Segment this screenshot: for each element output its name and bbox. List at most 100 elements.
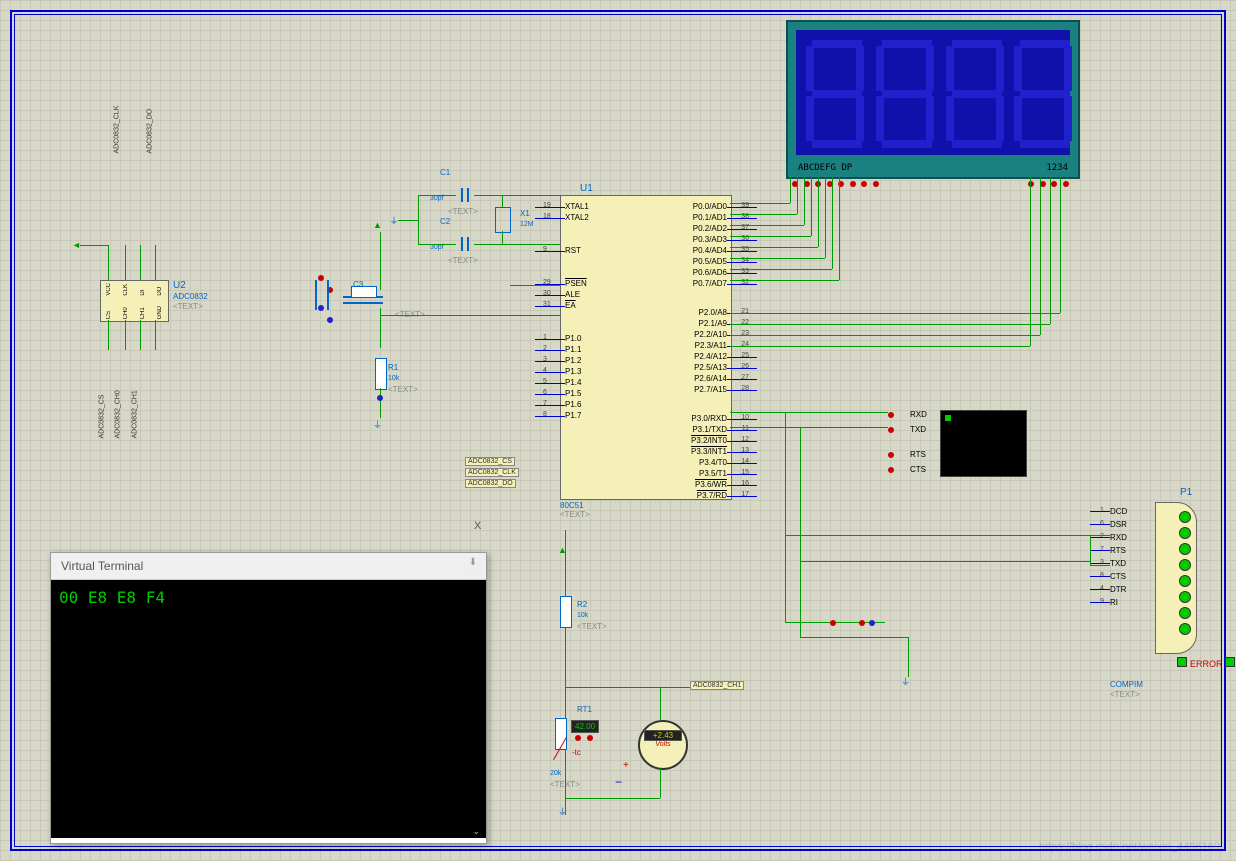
r1-ref: R1 [388,363,398,372]
seg-pin-labels-left: ABCDEFG DP [798,163,852,173]
x-marker: X [474,520,481,532]
net-adc-ch0: ADC0832_CH0 [115,390,122,438]
u1-pin: 19XTAL1 [565,202,589,211]
u1-pin: P0.3/AD336 [693,235,727,244]
led-icon [1179,623,1191,635]
p1-part: COMPIM [1110,680,1143,689]
wire [660,768,661,798]
terminal-body[interactable]: 00 E8 E8 F4 [51,580,486,838]
probe-red [850,181,856,187]
r1-val: 10k [388,375,399,382]
rt1-temp[interactable]: 42.00 [571,720,599,733]
led-icon [1179,607,1191,619]
r2-ref: R2 [577,600,587,609]
wire [565,687,690,688]
virtual-terminal-window[interactable]: Virtual Terminal ⬇ 00 E8 E8 F4 ⌄ [50,552,487,844]
c1-text: <TEXT> [448,207,478,216]
wire [730,258,825,259]
u1-pin: 31EA [565,301,576,310]
wire [730,203,790,204]
thermistor-symbol[interactable] [550,718,570,748]
c3-symbol[interactable] [343,290,383,308]
wire [730,247,818,248]
net-adc-cs: ADC0832_CS [99,395,106,439]
r2-text: <TEXT> [577,622,607,631]
r1-symbol[interactable] [375,358,387,390]
wire [730,236,811,237]
u1-pin: P2.6/A1427 [694,374,727,383]
seven-segment-display[interactable]: ABCDEFG DP 1234 [786,20,1080,179]
p1-error: ERROR [1190,659,1223,669]
p1-text: <TEXT> [1110,690,1140,699]
wire [825,177,826,258]
u1-pin: P0.2/AD237 [693,224,727,233]
c1-ref: C1 [440,168,450,177]
u1-pin: 7P1.6 [565,400,581,409]
resize-grip-icon[interactable]: ⌄ [472,826,480,837]
net-adc-do: ADC0832_DO [147,109,154,154]
wire [804,177,805,225]
wire [730,269,832,270]
u2-chip[interactable]: VCCCLKDIDO CSCH0CH1GND [100,280,169,322]
wire [800,427,801,637]
rt1-val: 20k [550,770,561,777]
terminal-content: 00 E8 E8 F4 [59,588,165,607]
c1-symbol[interactable] [455,188,475,202]
u1-pin: P2.0/A821 [699,308,727,317]
pushbutton-horizontal[interactable] [830,618,875,628]
wire [155,245,156,280]
u1-pin: P0.5/AD534 [693,257,727,266]
wire [730,225,804,226]
net-adc-ch1: ADC0832_CH1 [132,390,139,438]
wire [730,214,797,215]
probe-red [888,452,894,458]
power-arrow-icon: ◄ [72,240,81,250]
c2-symbol[interactable] [455,237,475,251]
u1-pin: P3.0/RXD10 [691,414,727,423]
voltmeter[interactable]: +2.43 Volts [638,720,688,770]
wire [108,245,109,280]
wire [380,315,510,316]
wire [1030,177,1031,346]
probe-red [1051,181,1057,187]
wire [502,195,503,207]
wire [474,244,560,245]
u1-pin: 3P1.2 [565,356,581,365]
u1-text: <TEXT> [560,510,590,519]
wire [1090,565,1110,566]
u2-pin: CS [106,306,112,319]
wire [418,195,456,196]
u1-pin: 30ALE [565,290,580,299]
close-icon[interactable]: ⬇ [464,557,482,575]
probe-red [861,181,867,187]
r2-symbol[interactable] [560,596,572,628]
rt1-tc: -tc [572,748,581,757]
u1-pin: P3.3/INT113 [691,447,727,456]
wire [800,637,868,638]
u1-pin: P0.0/AD039 [693,202,727,211]
p1-pin: 4DTR [1110,585,1126,594]
u1-pin: P0.1/AD138 [693,213,727,222]
wire [510,285,560,286]
probe-red [575,735,581,741]
u2-pin: GND [157,306,163,319]
r1-text: <TEXT> [388,385,418,394]
u1-pin: 29PSEN [565,279,587,288]
wire [1060,177,1061,313]
c2-ref: C2 [440,217,450,226]
pushbutton-symbol[interactable] [315,280,329,310]
schematic-canvas[interactable]: ABCDEFG DP 1234 U1 19XTAL118XTAL29RST29P… [0,0,1236,861]
probe-red [1028,181,1034,187]
wire [510,315,560,316]
power-arrow-icon: ▲ [558,545,567,555]
crystal-symbol[interactable] [495,207,511,233]
wire [730,427,888,428]
power-arrow-icon: ▲ [373,220,382,230]
led-icon [1179,511,1191,523]
u2-ref: U2 [173,280,186,291]
minus-icon: − [615,775,622,789]
watermark: https://blog.csdn.net/weixin_44961692 [1039,841,1226,853]
wire [125,245,126,280]
u1-pin: P2.3/A1124 [695,341,727,350]
u1-chip[interactable]: 19XTAL118XTAL29RST29PSEN30ALE31EA1P1.02P… [560,195,732,500]
